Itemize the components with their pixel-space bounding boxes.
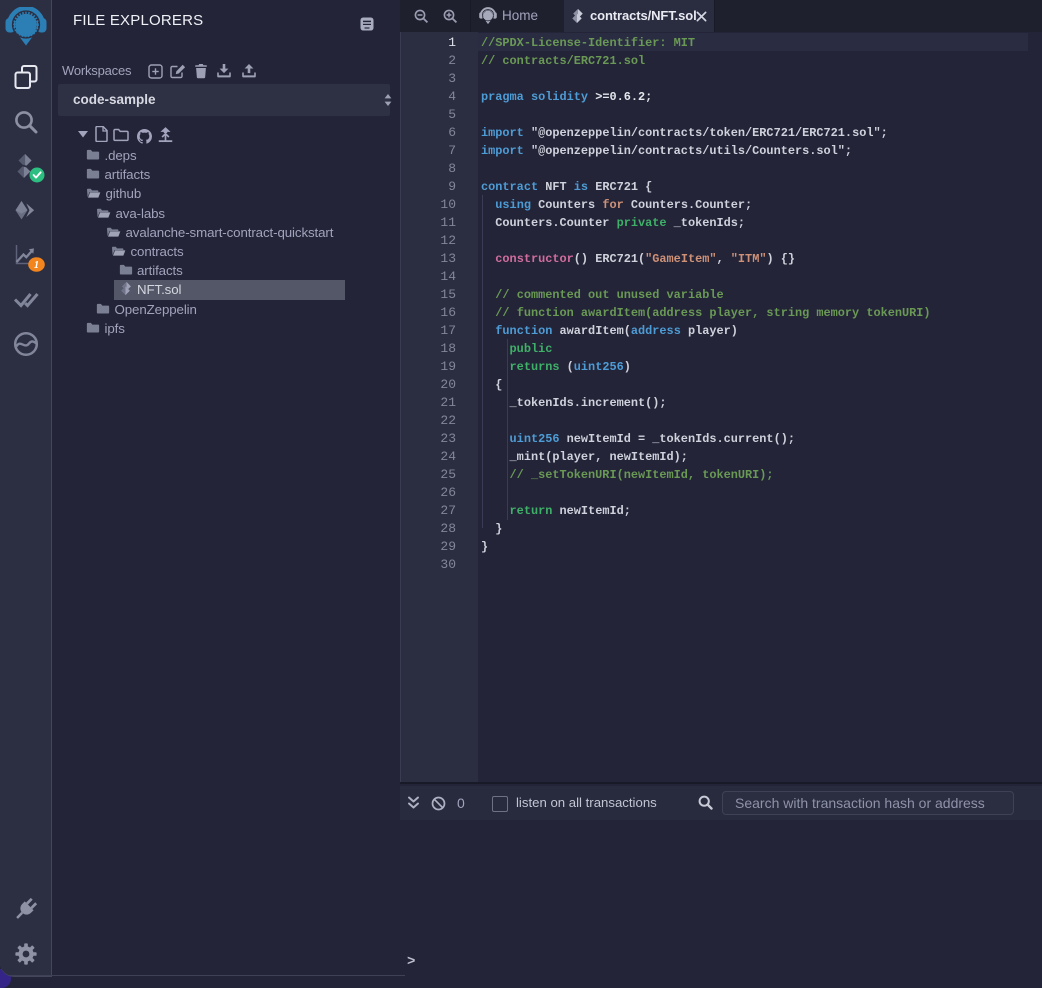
svg-text:1: 1 bbox=[34, 260, 39, 271]
